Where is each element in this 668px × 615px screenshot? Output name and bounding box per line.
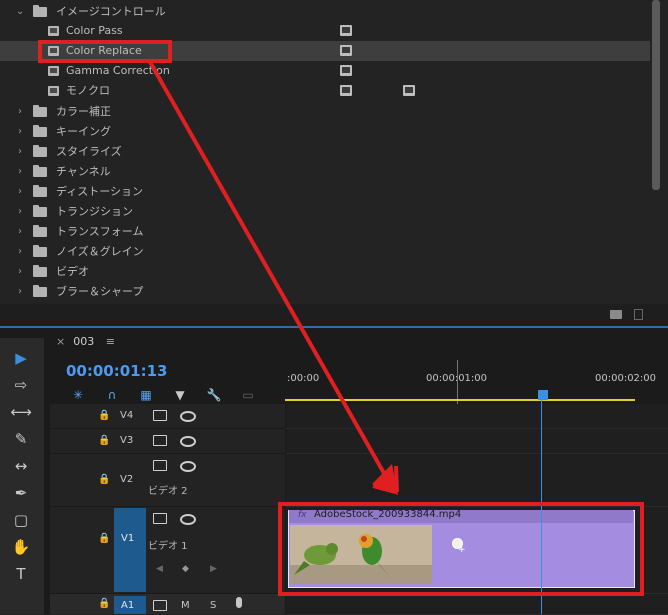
annotation-arrow	[148, 61, 399, 495]
